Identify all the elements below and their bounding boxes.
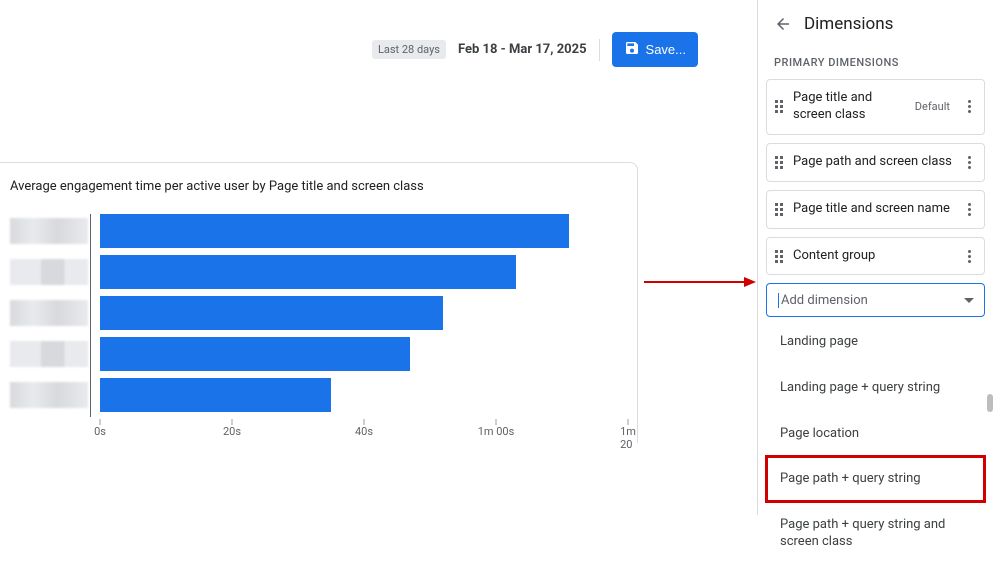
drag-handle-icon[interactable] <box>775 203 785 216</box>
x-tick: 1m 20 <box>620 425 636 451</box>
dimension-card[interactable]: Page path and screen class <box>766 143 985 182</box>
scrollbar-thumb[interactable] <box>987 394 993 412</box>
dropdown-option[interactable]: Page path + query string <box>766 456 985 502</box>
bar[interactable] <box>100 296 443 330</box>
bar[interactable] <box>100 214 569 248</box>
save-icon <box>624 40 640 59</box>
dropdown-option[interactable]: Landing page + query string <box>766 365 985 411</box>
more-icon[interactable] <box>962 250 976 263</box>
drag-handle-icon[interactable] <box>775 156 785 169</box>
more-icon[interactable] <box>962 100 976 113</box>
period-badge: Last 28 days <box>372 40 446 59</box>
drag-handle-icon[interactable] <box>775 250 785 263</box>
add-dimension-placeholder: Add dimension <box>781 293 868 308</box>
dimensions-panel: Dimensions PRIMARY DIMENSIONS Page title… <box>757 0 993 515</box>
row-label-redacted <box>10 341 88 367</box>
panel-title: Dimensions <box>804 14 893 34</box>
y-axis-line <box>90 214 91 417</box>
chart-area: 0s 20s 40s 1m 00s 1m 20 <box>0 214 637 443</box>
dropdown-option[interactable]: Page path + query string and screen clas… <box>766 502 985 565</box>
more-icon[interactable] <box>962 203 976 216</box>
chart-row <box>10 296 627 330</box>
dropdown-option[interactable]: Landing page <box>766 319 985 365</box>
save-label: Save... <box>646 42 686 57</box>
chart-row <box>10 214 627 248</box>
row-label-redacted <box>10 300 88 326</box>
divider <box>599 39 600 61</box>
dimension-card[interactable]: Content group <box>766 237 985 276</box>
x-tick: 20s <box>223 425 241 438</box>
add-dimension-input[interactable]: Add dimension <box>766 283 985 317</box>
chart-row <box>10 378 627 412</box>
drag-handle-icon[interactable] <box>775 100 785 113</box>
dimension-name: Page path and screen class <box>793 154 954 171</box>
dimension-card[interactable]: Page title and screen class Default <box>766 79 985 135</box>
bar[interactable] <box>100 255 516 289</box>
dimension-name: Page title and screen name <box>793 201 954 218</box>
section-label: PRIMARY DIMENSIONS <box>758 52 993 79</box>
text-cursor-icon <box>778 293 779 308</box>
back-arrow-icon[interactable] <box>774 15 792 33</box>
topbar: Last 28 days Feb 18 - Mar 17, 2025 Save.… <box>372 32 698 67</box>
main-area: Last 28 days Feb 18 - Mar 17, 2025 Save.… <box>0 0 742 515</box>
x-tick: 1m 00s <box>478 425 515 438</box>
chart-row <box>10 337 627 371</box>
chevron-down-icon[interactable] <box>964 298 974 303</box>
save-button[interactable]: Save... <box>612 32 698 67</box>
bar[interactable] <box>100 378 331 412</box>
x-tick: 40s <box>355 425 373 438</box>
row-label-redacted <box>10 382 88 408</box>
dimension-name: Page title and screen class <box>793 90 907 124</box>
dimension-card[interactable]: Page title and screen name <box>766 190 985 229</box>
dimension-name: Content group <box>793 248 954 265</box>
row-label-redacted <box>10 259 88 285</box>
panel-header: Dimensions <box>758 0 993 52</box>
default-label: Default <box>915 100 950 113</box>
date-range[interactable]: Feb 18 - Mar 17, 2025 <box>458 42 587 57</box>
chart-title: Average engagement time per active user … <box>0 163 637 214</box>
bar[interactable] <box>100 337 410 371</box>
row-label-redacted <box>10 218 88 244</box>
chart-card: Average engagement time per active user … <box>0 162 638 443</box>
more-icon[interactable] <box>962 156 976 169</box>
x-tick: 0s <box>94 425 106 438</box>
dropdown-option[interactable]: Page location <box>766 411 985 457</box>
chart-row <box>10 255 627 289</box>
add-dimension-dropdown: Landing page Landing page + query string… <box>766 319 985 564</box>
x-axis: 0s 20s 40s 1m 00s 1m 20 <box>10 419 627 443</box>
